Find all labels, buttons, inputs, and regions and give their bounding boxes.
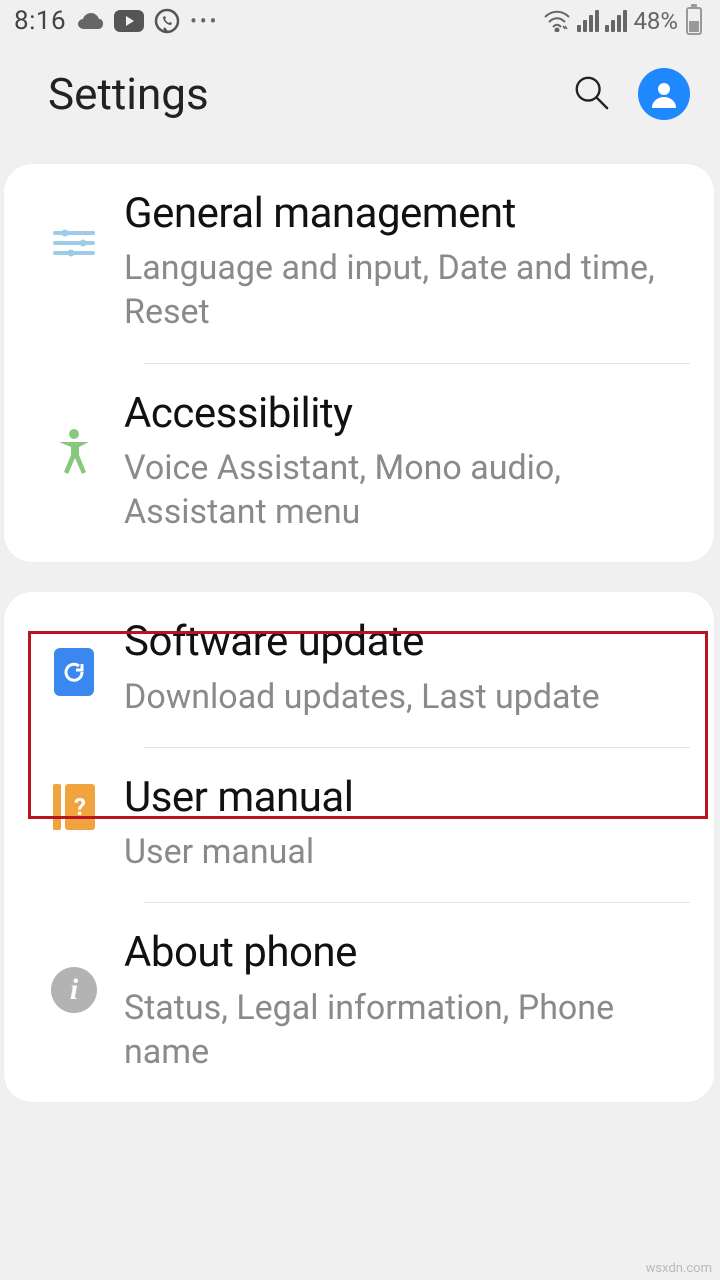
item-accessibility[interactable]: Accessibility Voice Assistant, Mono audi… (4, 364, 714, 563)
item-title: About phone (124, 929, 676, 977)
sliders-icon (28, 190, 120, 258)
item-software-update[interactable]: Software update Download updates, Last u… (4, 592, 714, 746)
status-right: 48% (543, 7, 702, 35)
item-general-management[interactable]: General management Language and input, D… (4, 164, 714, 363)
item-subtitle: User manual (124, 830, 676, 874)
page-title: Settings (48, 68, 572, 120)
item-user-manual[interactable]: ? User manual User manual (4, 748, 714, 902)
status-left: 8:16 ••• (14, 6, 219, 36)
item-title: General management (124, 190, 676, 238)
youtube-icon (114, 10, 144, 32)
signal-icon (605, 10, 627, 32)
item-subtitle: Status, Legal information, Phone name (124, 986, 676, 1074)
battery-icon (686, 7, 702, 35)
accessibility-icon (28, 390, 120, 474)
cloud-icon (76, 11, 104, 31)
manual-icon: ? (28, 774, 120, 830)
wifi-icon (543, 10, 571, 32)
item-subtitle: Language and input, Date and time, Reset (124, 246, 676, 334)
item-subtitle: Voice Assistant, Mono audio, Assistant m… (124, 446, 676, 534)
more-icon: ••• (190, 9, 219, 33)
settings-group-1: General management Language and input, D… (4, 164, 714, 562)
info-icon: i (28, 929, 120, 1013)
item-body: Accessibility Voice Assistant, Mono audi… (124, 390, 694, 535)
item-body: User manual User manual (124, 774, 694, 874)
item-subtitle: Download updates, Last update (124, 675, 676, 719)
profile-avatar[interactable] (638, 68, 690, 120)
status-bar: 8:16 ••• 48% (0, 0, 720, 40)
battery-percent: 48% (633, 7, 678, 35)
item-body: Software update Download updates, Last u… (124, 618, 694, 718)
item-body: About phone Status, Legal information, P… (124, 929, 694, 1074)
item-body: General management Language and input, D… (124, 190, 694, 335)
signal-icon (577, 10, 599, 32)
whatsapp-icon (154, 8, 180, 34)
header-actions (572, 68, 690, 120)
item-title: User manual (124, 774, 676, 822)
item-title: Software update (124, 618, 676, 666)
item-title: Accessibility (124, 390, 676, 438)
settings-group-2: Software update Download updates, Last u… (4, 592, 714, 1102)
item-about-phone[interactable]: i About phone Status, Legal information,… (4, 903, 714, 1102)
watermark: wsxdn.com (646, 1261, 712, 1276)
app-header: Settings (0, 40, 720, 164)
update-icon (28, 618, 120, 696)
search-icon[interactable] (572, 73, 610, 115)
status-time: 8:16 (14, 6, 66, 36)
